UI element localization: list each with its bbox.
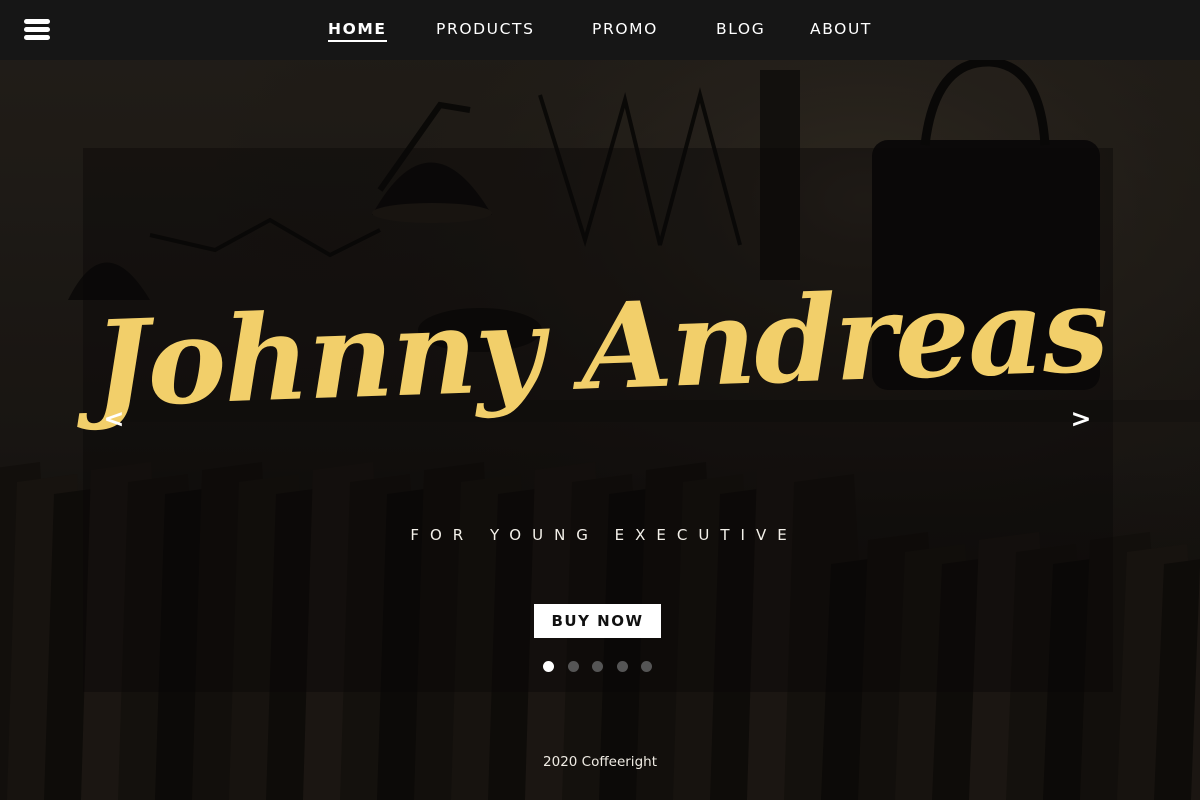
menu-line <box>24 19 50 24</box>
nav-link-home[interactable]: HOME <box>328 20 387 42</box>
footer-copyright: 2020 Coffeeright <box>543 754 657 770</box>
slider-dot-5[interactable] <box>641 661 652 672</box>
buy-now-button[interactable]: BUY NOW <box>534 604 661 638</box>
menu-line <box>24 27 50 32</box>
slider-dot-2[interactable] <box>567 661 579 672</box>
hero-subtitle: FOR YOUNG EXECUTIVE <box>410 526 798 544</box>
nav-link-promo[interactable]: PROMO <box>592 20 658 40</box>
slider-prev-arrow-icon[interactable]: < <box>99 402 129 436</box>
top-navigation-bar: HOME PRODUCTS PROMO BLOG ABOUT <box>0 0 1200 60</box>
slider-dot-1[interactable] <box>543 661 554 672</box>
nav-link-products[interactable]: PRODUCTS <box>436 20 535 40</box>
nav-link-blog[interactable]: BLOG <box>716 20 765 40</box>
nav-link-about[interactable]: ABOUT <box>810 20 872 40</box>
slider-dot-4[interactable] <box>616 661 628 672</box>
slider-dot-3[interactable] <box>592 661 603 672</box>
hamburger-menu-icon[interactable] <box>24 17 52 43</box>
menu-line <box>24 35 50 40</box>
slider-next-arrow-icon[interactable]: > <box>1066 402 1096 436</box>
